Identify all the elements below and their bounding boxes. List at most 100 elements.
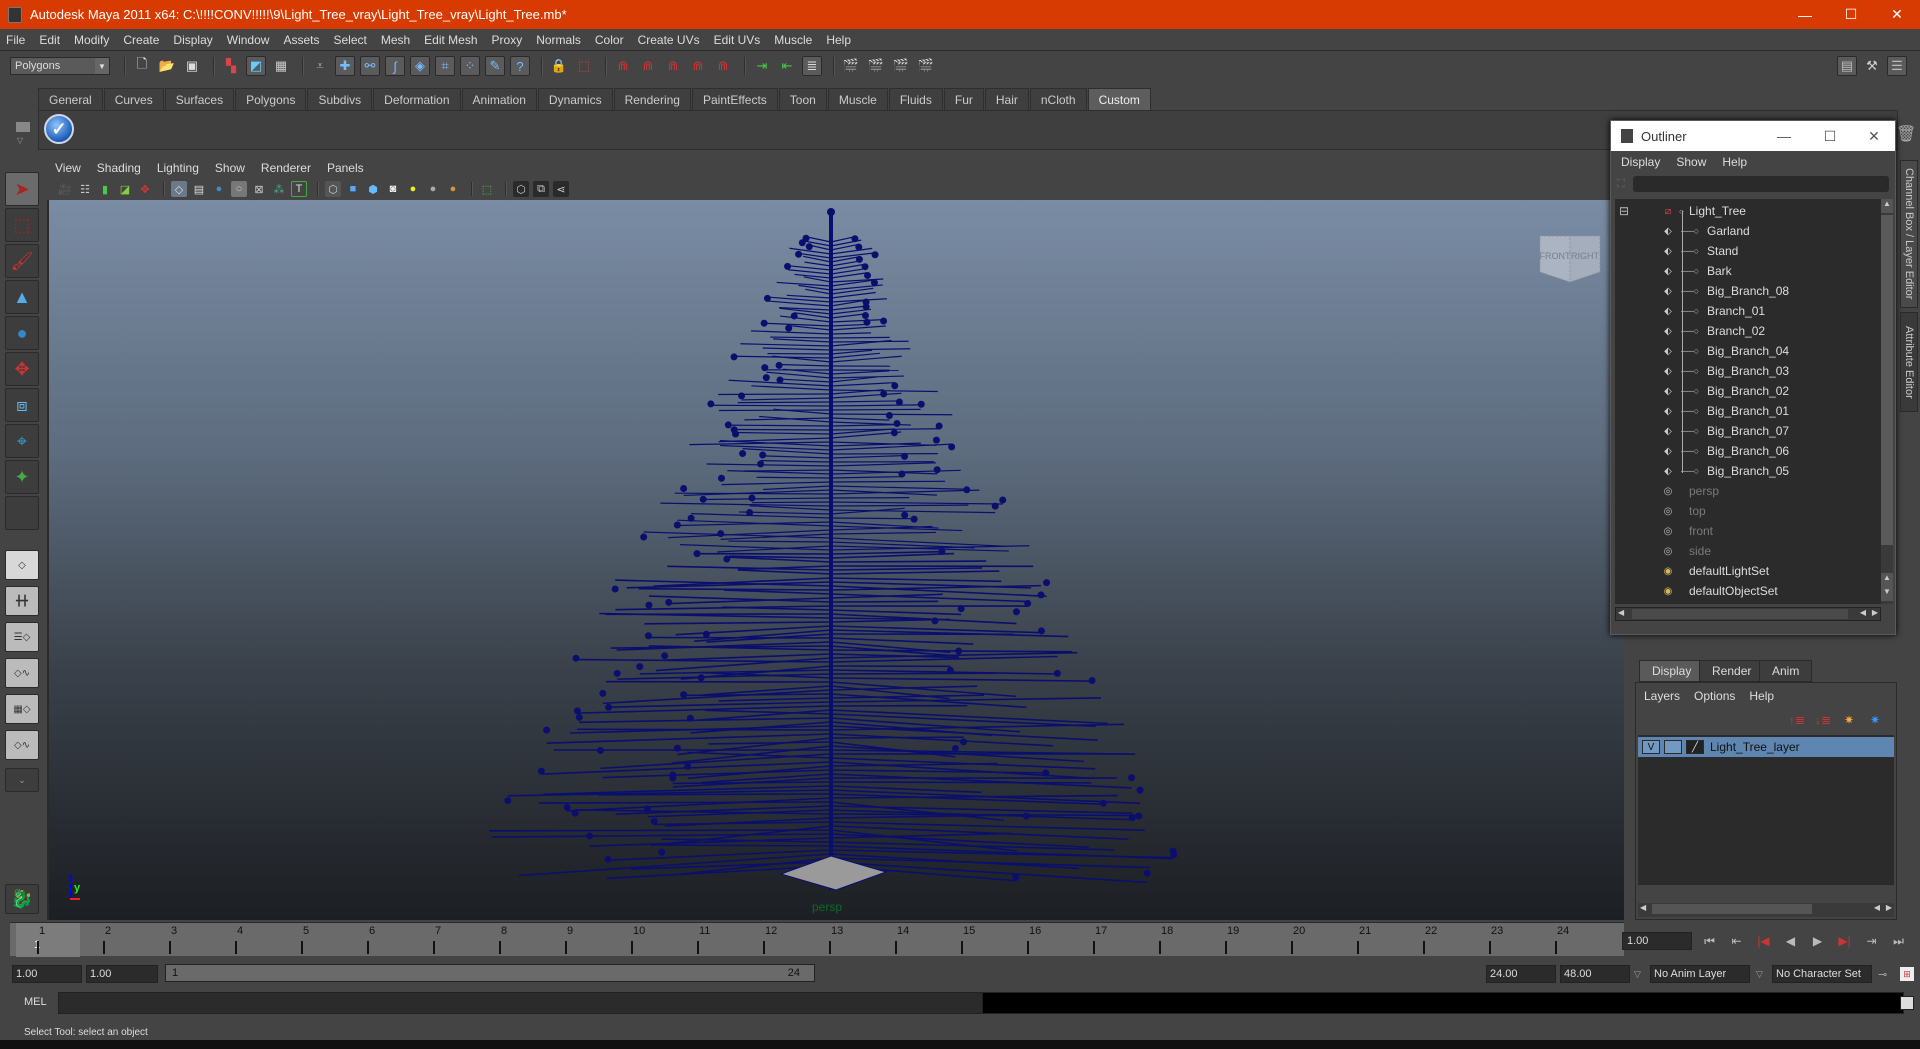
outliner-item-big-branch-04[interactable]: ⬖ ──○ Big_Branch_04 (1615, 341, 1875, 361)
paint-select-tool-icon[interactable]: 🖌 (5, 244, 39, 278)
hypershade-persp-layout-button[interactable]: ▦◇ (5, 694, 39, 724)
layer-tab-render[interactable]: Render (1699, 660, 1765, 682)
shelf-tab-subdivs[interactable]: Subdivs (307, 88, 373, 110)
make-live-icon[interactable]: ⋒ (713, 56, 733, 76)
outliner-minimize-button[interactable]: — (1761, 121, 1807, 151)
outliner-item-side[interactable]: ◎ side (1615, 541, 1875, 561)
outliner-item-defaultlightset[interactable]: ◉ defaultLightSet (1615, 561, 1875, 581)
play-forwards-button[interactable]: ▶ (1804, 930, 1831, 952)
outliner-menu-help[interactable]: Help (1722, 155, 1747, 169)
select-by-rendering-icon[interactable]: ✎ (485, 56, 505, 76)
input-ops-icon[interactable]: ⇥ (752, 56, 772, 76)
maximize-button[interactable]: ☐ (1828, 0, 1874, 29)
trash-icon[interactable]: 🗑 (1896, 124, 1916, 144)
outliner-filter-input[interactable] (1632, 176, 1889, 192)
collapse-toggle-icon[interactable]: ⊟ (1619, 204, 1629, 218)
outliner-item-light-tree[interactable]: ⧄⊟○Light_Tree (1615, 201, 1875, 221)
safe-title-icon[interactable]: T (291, 181, 307, 197)
menu-color[interactable]: Color (595, 33, 624, 47)
layer-row[interactable]: V ╱ Light_Tree_layer (1638, 737, 1894, 757)
textured-icon[interactable]: ◙ (385, 181, 401, 197)
outliner-item-bark[interactable]: ⬖ ──○ Bark (1615, 261, 1875, 281)
field-chart-icon[interactable]: ⊠ (251, 181, 267, 197)
layer-tab-anim[interactable]: Anim (1759, 660, 1813, 682)
character-set-field[interactable]: No Character Set (1772, 965, 1872, 983)
select-tool-icon[interactable]: ➤ (5, 172, 39, 206)
layer-color-swatch[interactable]: ╱ (1686, 740, 1704, 754)
scroll-thumb[interactable] (1632, 609, 1848, 619)
help-icon[interactable]: ? (510, 56, 530, 76)
persp-outliner-layout-button[interactable]: ☰◇ (5, 622, 39, 652)
menu-mesh[interactable]: Mesh (381, 33, 410, 47)
channel-box-layer-editor-tab[interactable]: Channel Box / Layer Editor (1900, 160, 1918, 308)
layout-expand-arrow-icon[interactable]: ⌄ (5, 768, 39, 792)
menu-muscle[interactable]: Muscle (774, 33, 812, 47)
bookmarks-icon[interactable]: ▮ (97, 181, 113, 197)
outliner-item-branch-01[interactable]: ⬖ ──○ Branch_01 (1615, 301, 1875, 321)
share-icon[interactable]: ⋖ (553, 181, 569, 197)
snap-grid-icon[interactable]: ⋒ (613, 56, 633, 76)
shadows-icon[interactable]: ● (425, 181, 441, 197)
gate-mask-icon[interactable]: ○ (231, 181, 247, 197)
shelf-tab-polygons[interactable]: Polygons (235, 88, 307, 110)
scroll-up-icon[interactable]: ▲ (1881, 199, 1893, 213)
menu-edit-uvs[interactable]: Edit UVs (714, 33, 761, 47)
move-tool-icon[interactable]: ▲ (5, 280, 39, 314)
construction-history-icon[interactable]: ≣ (802, 56, 822, 76)
snap-view-plane-icon[interactable]: ⋒ (688, 56, 708, 76)
filter-selection-icon[interactable]: ⛶ (1617, 178, 1625, 191)
outliner-item-defaultobjectset[interactable]: ◉ defaultObjectSet (1615, 581, 1875, 601)
auto-key-icon[interactable]: ⊸ (1878, 968, 1887, 981)
snap-curve-icon[interactable]: ⋒ (638, 56, 658, 76)
animation-preferences-icon[interactable]: ⊞ (1900, 967, 1914, 981)
tool-settings-toggle-icon[interactable]: ⚒ (1862, 56, 1882, 76)
shelf-tab-painteffects[interactable]: PaintEffects (691, 88, 778, 110)
universal-manipulator-icon[interactable]: ⧈ (5, 388, 39, 422)
shelf-menu-handle[interactable]: ▽ (14, 112, 32, 152)
end-time-field[interactable]: 48.00 (1560, 965, 1630, 983)
safe-action-icon[interactable]: ⁂ (271, 181, 287, 197)
outliner-horizontal-scrollbar[interactable]: ◀ ◀ ▶ (1615, 607, 1881, 621)
two-d-pan-zoom-icon[interactable]: ✥ (137, 181, 153, 197)
outliner-item-big-branch-06[interactable]: ⬖ ──○ Big_Branch_06 (1615, 441, 1875, 461)
outliner-menu-show[interactable]: Show (1676, 155, 1706, 169)
panel-menu-view[interactable]: View (55, 161, 81, 175)
wireframe-on-shaded-icon[interactable]: ⬢ (365, 181, 381, 197)
shelf-tab-toggle[interactable] (16, 122, 30, 132)
shelf-tab-hair[interactable]: Hair (984, 88, 1029, 110)
outliner-title-bar[interactable]: Outliner — ☐ ✕ (1611, 121, 1895, 151)
step-back-frame-button[interactable]: |◀ (1750, 930, 1777, 952)
shelf-tab-dynamics[interactable]: Dynamics (537, 88, 613, 110)
image-plane-icon[interactable]: ◪ (117, 181, 133, 197)
shelf-tab-animation[interactable]: Animation (461, 88, 537, 110)
film-gate-icon[interactable]: ▤ (191, 181, 207, 197)
outliner-vertical-scrollbar[interactable]: ▲ ▲ ▼ (1881, 199, 1893, 604)
move-layer-up-icon[interactable]: ↑≣ (1786, 711, 1808, 729)
scroll-up-icon[interactable]: ▲ (1881, 573, 1893, 587)
all-lights-icon[interactable]: ● (405, 181, 421, 197)
menu-normals[interactable]: Normals (536, 33, 581, 47)
outliner-item-stand[interactable]: ⬖ ──○ Stand (1615, 241, 1875, 261)
scroll-thumb[interactable] (1652, 904, 1812, 914)
outliner-item-big-branch-03[interactable]: ⬖ ──○ Big_Branch_03 (1615, 361, 1875, 381)
render-view-icon[interactable]: 🎬 (841, 56, 861, 76)
scroll-left-icon[interactable]: ◀ (1860, 608, 1866, 617)
render-settings-icon[interactable]: 🎬 (916, 56, 936, 76)
camera-attributes-icon[interactable]: ☷ (77, 181, 93, 197)
check-icon[interactable]: ✓ (44, 114, 74, 144)
snap-point-icon[interactable]: ⋒ (663, 56, 683, 76)
lasso-tool-icon[interactable]: ⬚ (5, 208, 39, 242)
menu-modify[interactable]: Modify (74, 33, 109, 47)
character-set-dropdown-arrow-icon[interactable]: ▽ (1756, 969, 1763, 980)
select-by-curve-icon[interactable]: ∫ (385, 56, 405, 76)
scroll-down-icon[interactable]: ▼ (1881, 587, 1893, 601)
scroll-left-icon[interactable]: ◀ (1640, 903, 1646, 912)
layer-visibility-toggle[interactable]: V (1642, 740, 1660, 754)
outliner-item-garland[interactable]: ⬖ ──○ Garland (1615, 221, 1875, 241)
close-button[interactable]: ✕ (1874, 0, 1920, 29)
menu-edit-mesh[interactable]: Edit Mesh (424, 33, 477, 47)
menu-file[interactable]: File (6, 33, 25, 47)
go-to-end-button[interactable]: ⏭ (1885, 930, 1912, 952)
persp-graph-layout-button[interactable]: ◇∿ (5, 658, 39, 688)
shelf-options-arrow-icon[interactable]: ▽ (14, 136, 32, 145)
